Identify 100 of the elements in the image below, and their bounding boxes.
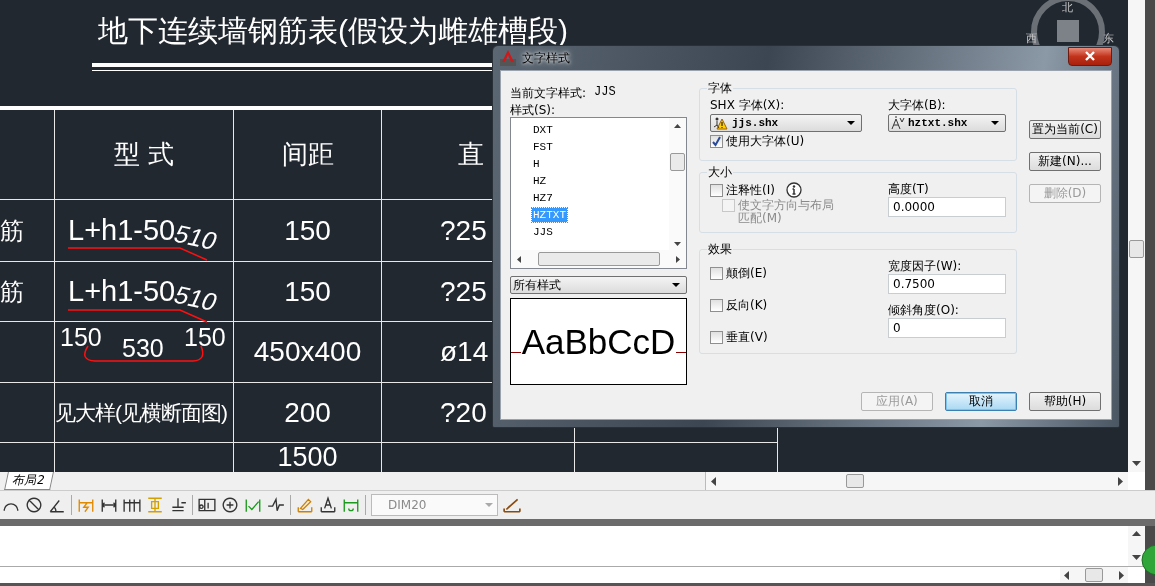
field-label: 高度(T)	[888, 181, 930, 196]
dialog-button[interactable]: 置为当前(C)	[1029, 120, 1101, 139]
table-cell-text: 150	[60, 324, 102, 350]
vertical-scrollbar[interactable]	[1128, 0, 1145, 472]
table-header-cell: 型 式	[55, 110, 234, 200]
group-title: 效果	[707, 241, 733, 258]
linear-dimension-icon[interactable]	[100, 496, 118, 514]
circle-slash-icon[interactable]	[25, 496, 43, 514]
style-filter-dropdown[interactable]: 所有样式	[510, 276, 687, 294]
table-cell: 筋	[0, 262, 55, 322]
scroll-right-icon[interactable]	[1118, 476, 1124, 486]
style-list-item[interactable]: FST	[532, 139, 554, 154]
current-style-label: 当前文字样式:	[510, 85, 587, 102]
center-mark-icon[interactable]	[221, 496, 239, 514]
checkbox[interactable]	[710, 330, 723, 344]
table-cell-text: 见大样(见横断面图)	[55, 399, 227, 426]
layout-tab[interactable]: 布局2	[4, 472, 54, 490]
dropdown-arrow-icon[interactable]	[672, 282, 680, 288]
app-icon	[500, 50, 516, 66]
scroll-down-icon[interactable]	[1132, 555, 1141, 561]
checkbox[interactable]	[710, 183, 723, 197]
scroll-up-icon[interactable]	[674, 124, 681, 128]
height-input[interactable]: 0.0000	[888, 197, 1006, 217]
tolerance-icon[interactable]	[198, 496, 216, 514]
dropdown-value: DIM20	[388, 498, 427, 512]
vertical-scrollbar[interactable]	[1128, 526, 1145, 566]
ordinate-icon[interactable]	[169, 496, 187, 514]
checkbox-label: 使文字方向与布局匹配(M)	[738, 199, 835, 225]
group-title: 字体	[707, 80, 733, 97]
checkbox-label: 垂直(V)	[726, 328, 768, 346]
table-cell: 150	[234, 262, 382, 322]
table-cell-text: 530	[122, 335, 164, 361]
continue-dimension-icon[interactable]	[123, 496, 141, 514]
horizontal-scrollbar[interactable]	[1060, 567, 1128, 583]
font-file-icon	[891, 116, 905, 130]
checkbox-label: 颠倒(E)	[726, 264, 767, 282]
oblique-angle-input[interactable]: 0	[888, 318, 1006, 338]
dropdown-arrow-icon[interactable]	[991, 120, 999, 126]
dialog-button[interactable]: 新建(N)...	[1029, 152, 1101, 171]
compass-label: 西	[1026, 31, 1037, 46]
checkbox[interactable]	[710, 266, 723, 280]
big-font-dropdown[interactable]: hztxt.shx	[888, 114, 1006, 132]
orb-icon[interactable]	[1141, 544, 1155, 576]
style-list-item[interactable]: JJS	[532, 224, 554, 239]
shx-font-dropdown[interactable]: jjs.shx	[710, 114, 862, 132]
table-cell: 200	[234, 383, 382, 443]
scroll-left-icon[interactable]	[517, 255, 521, 263]
table-cell: 450x400	[234, 322, 382, 383]
table-cell-text: 150	[184, 324, 226, 350]
field-label: SHX 字体(X):	[710, 97, 786, 112]
info-icon[interactable]	[785, 182, 802, 198]
jog-line-icon[interactable]	[267, 496, 285, 514]
scroll-up-icon[interactable]	[1132, 531, 1141, 537]
checkbox[interactable]	[710, 134, 723, 148]
close-button[interactable]	[1068, 46, 1112, 66]
checkmark-icon[interactable]	[244, 496, 262, 514]
current-style-value: JJS	[594, 85, 616, 101]
field-label: 宽度因子(W):	[888, 258, 963, 273]
dropdown-arrow-icon[interactable]	[847, 120, 855, 126]
scroll-thumb[interactable]	[1085, 568, 1103, 582]
dialog-button[interactable]: 取消	[945, 392, 1017, 411]
paintbrush-icon[interactable]	[503, 496, 521, 514]
scroll-down-icon[interactable]	[674, 242, 681, 246]
scroll-left-icon[interactable]	[1063, 570, 1069, 580]
scroll-right-icon[interactable]	[1119, 570, 1125, 580]
compass-label: 北	[1062, 0, 1073, 15]
scroll-thumb[interactable]	[846, 474, 864, 488]
dropdown-value: hztxt.shx	[908, 117, 968, 129]
table-cell	[0, 322, 55, 383]
field-label: 大字体(B):	[888, 97, 947, 112]
checkbox[interactable]	[710, 298, 723, 312]
group-title: 大小	[707, 164, 733, 181]
width-factor-input[interactable]: 0.7500	[888, 274, 1006, 294]
scroll-thumb[interactable]	[537, 252, 660, 266]
style-list-item[interactable]: H	[532, 156, 541, 171]
close-icon	[1084, 51, 1096, 61]
scrollbar-corner	[1128, 472, 1145, 490]
style-list-item[interactable]: DXT	[532, 122, 554, 137]
horizontal-scrollbar[interactable]	[705, 472, 1128, 490]
table-header-cell: 间距	[234, 110, 382, 200]
scroll-down-icon[interactable]	[1132, 461, 1141, 467]
warning-icon	[713, 116, 729, 130]
text-dimension-icon[interactable]	[319, 496, 337, 514]
scroll-thumb[interactable]	[1129, 240, 1144, 258]
dropdown-value: jjs.shx	[732, 117, 779, 129]
field-label: 倾斜角度(O):	[888, 302, 960, 317]
dialog-button[interactable]: 帮助(H)	[1029, 392, 1101, 411]
scroll-thumb[interactable]	[670, 153, 685, 171]
checkbox-label: 使用大字体(U)	[726, 132, 805, 150]
checkbox-label: 注释性(I)	[726, 181, 775, 199]
update-dimension-icon[interactable]	[342, 496, 360, 514]
styles-list[interactable]: DXT FST H HZ HZ7 HZTXT JJS	[510, 117, 687, 269]
checkbox-label: 反向(K)	[726, 296, 768, 314]
scroll-left-icon[interactable]	[710, 476, 716, 486]
scroll-right-icon[interactable]	[676, 255, 680, 263]
table-cell: 150	[234, 200, 382, 262]
style-list-item[interactable]: HZ	[532, 173, 548, 188]
table-cell: 筋	[0, 200, 55, 262]
pencil-dimension-icon[interactable]	[296, 496, 314, 514]
table-cell	[0, 383, 55, 443]
